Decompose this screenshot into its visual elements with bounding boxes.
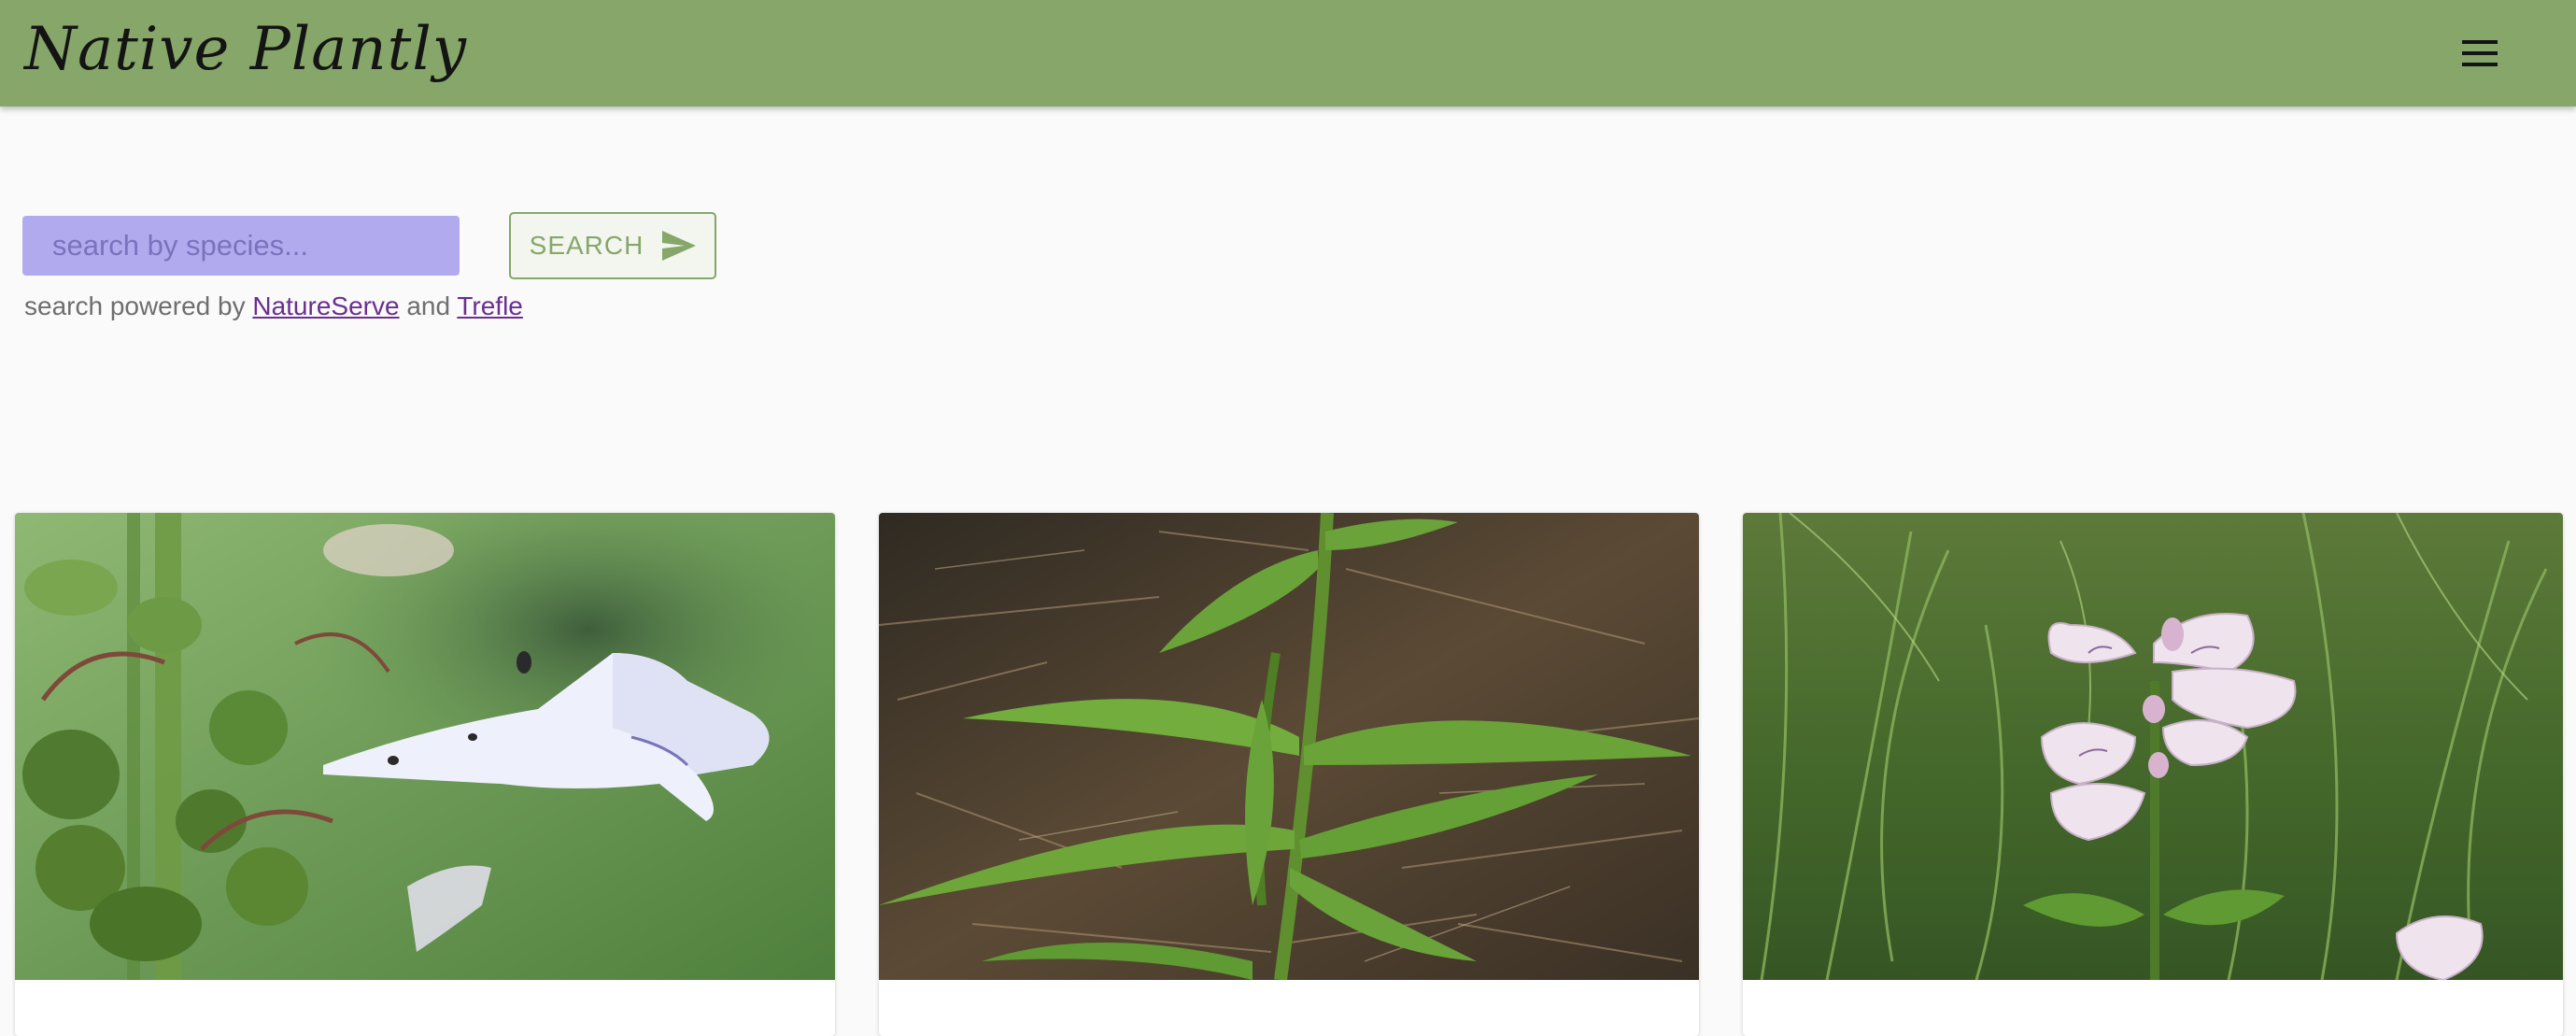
- species-search-input[interactable]: [22, 216, 460, 276]
- trefle-link[interactable]: Trefle: [457, 291, 523, 320]
- attribution-connector: and: [406, 291, 451, 320]
- hamburger-menu-icon: [2462, 40, 2498, 66]
- green-leafy-stem-photo: [879, 513, 1699, 980]
- plant-card[interactable]: [15, 513, 835, 1036]
- natureserve-link[interactable]: NatureServe: [252, 291, 399, 320]
- attribution-prefix: search powered by: [24, 291, 246, 320]
- app-title[interactable]: Native Plantly: [24, 7, 467, 92]
- search-button-label: SEARCH: [529, 231, 644, 260]
- pale-pink-beardtongue-photo: [1743, 513, 2563, 980]
- menu-button[interactable]: [2447, 26, 2512, 80]
- search-button[interactable]: SEARCH: [509, 212, 716, 279]
- white-penstemon-flower-photo: [15, 513, 835, 980]
- search-attribution: search powered by NatureServe and Trefle: [24, 291, 523, 321]
- send-icon: [662, 231, 697, 261]
- plant-card[interactable]: [879, 513, 1699, 1036]
- plant-card[interactable]: [1743, 513, 2563, 1036]
- app-bar: Native Plantly: [0, 0, 2576, 106]
